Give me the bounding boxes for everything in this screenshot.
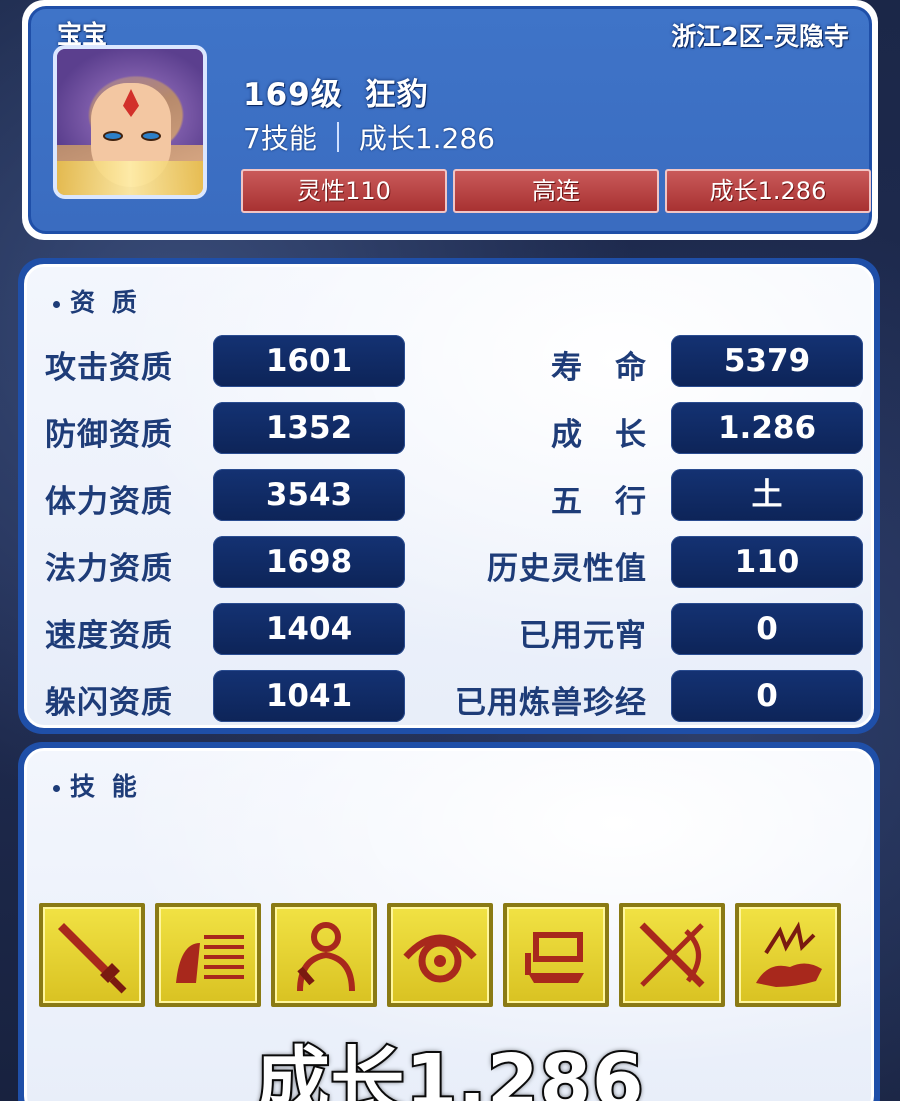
- label-lifespan: 寿 命: [551, 350, 647, 386]
- skill-slot-4[interactable]: [387, 903, 493, 1007]
- trap-icon: [525, 932, 584, 983]
- label-defense: 防御资质: [45, 417, 173, 453]
- skill-slot-5[interactable]: [503, 903, 609, 1007]
- skill-icons-row: [39, 903, 841, 1007]
- label-speed: 速度资质: [45, 618, 173, 654]
- skills-title: 技 能: [53, 767, 141, 803]
- tag-row: 灵性110 高连 成长1.286: [241, 169, 871, 213]
- divider: [336, 122, 339, 152]
- value-lifespan: 5379: [671, 335, 863, 387]
- pet-header-panel: 宝宝 浙江2区-灵隐寺 169级 狂豹 7技能 成长1.286 灵性110 高连 …: [22, 0, 878, 240]
- label-attack: 攻击资质: [45, 350, 173, 386]
- value-defense: 1352: [213, 402, 405, 454]
- tag-combo: 高连: [453, 169, 659, 213]
- value-spirit-history: 110: [671, 536, 863, 588]
- skill-slot-2[interactable]: [155, 903, 261, 1007]
- value-dodge: 1041: [213, 670, 405, 722]
- server-name: 浙江2区-灵隐寺: [671, 22, 849, 51]
- video-caption: 成长1.286: [253, 1037, 645, 1101]
- value-stamina: 3543: [213, 469, 405, 521]
- value-element: 土: [671, 469, 863, 521]
- label-dodge: 躲闪资质: [45, 685, 173, 721]
- sword-icon: [58, 923, 127, 994]
- skill-count: 7技能: [243, 122, 317, 155]
- value-mana: 1698: [213, 536, 405, 588]
- label-beast-scripture-used: 已用炼兽珍经: [455, 685, 647, 721]
- value-speed: 1404: [213, 603, 405, 655]
- tag-growth: 成长1.286: [665, 169, 871, 213]
- level-species: 169级 狂豹: [243, 69, 429, 114]
- aptitude-panel: 资 质 攻击资质 1601 防御资质 1352 体力资质 3543 法力资质 1…: [18, 258, 880, 734]
- sub-info: 7技能 成长1.286: [243, 117, 495, 157]
- skill-slot-1[interactable]: [39, 903, 145, 1007]
- value-attack: 1601: [213, 335, 405, 387]
- hunched-figure-icon: [297, 922, 355, 992]
- pet-species: 狂豹: [364, 77, 429, 113]
- growth-text: 成长1.286: [358, 122, 495, 155]
- pet-level: 169级: [243, 77, 343, 113]
- skill-slot-3[interactable]: [271, 903, 377, 1007]
- pet-avatar[interactable]: [53, 45, 207, 199]
- speed-lines-icon: [176, 935, 244, 983]
- aptitude-title: 资 质: [53, 283, 141, 319]
- label-growth: 成 长: [551, 417, 647, 453]
- skill-slot-6[interactable]: [619, 903, 725, 1007]
- beast-icon: [756, 921, 822, 987]
- label-element: 五 行: [551, 484, 647, 520]
- value-growth: 1.286: [671, 402, 863, 454]
- value-beast-scripture-used: 0: [671, 670, 863, 722]
- value-yuanxiao-used: 0: [671, 603, 863, 655]
- label-yuanxiao-used: 已用元宵: [519, 618, 647, 654]
- eye-icon: [403, 934, 477, 983]
- label-mana: 法力资质: [45, 551, 173, 587]
- label-spirit-history: 历史灵性值: [487, 551, 647, 587]
- label-stamina: 体力资质: [45, 484, 173, 520]
- crossed-swords-icon: [639, 922, 705, 988]
- tag-spirit: 灵性110: [241, 169, 447, 213]
- skill-slot-7[interactable]: [735, 903, 841, 1007]
